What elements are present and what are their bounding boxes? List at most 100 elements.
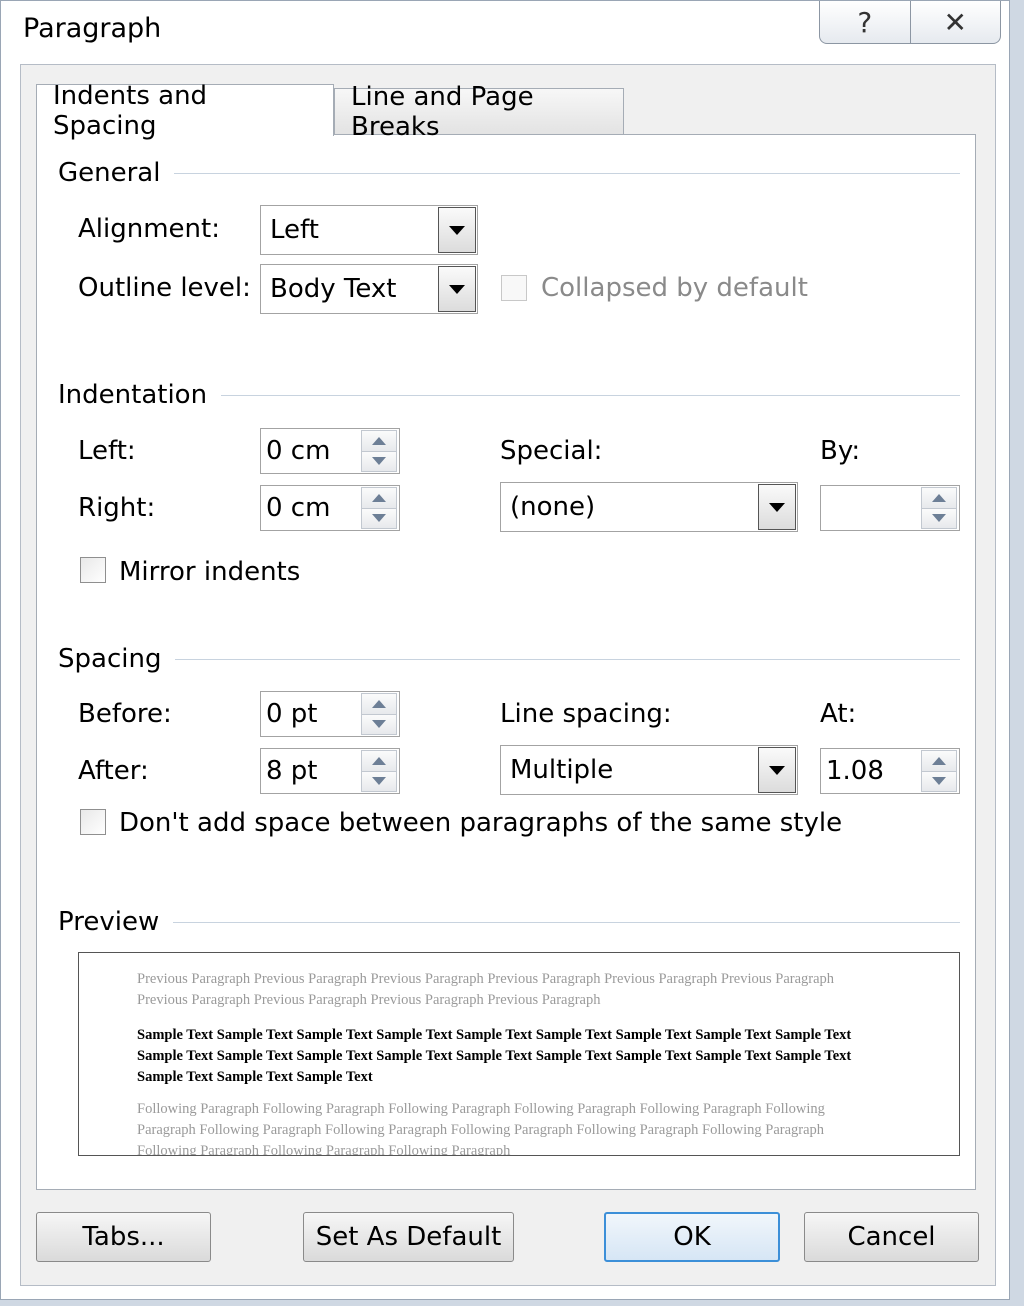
at-value: 1.08 <box>826 756 884 786</box>
dropdown-arrow-button[interactable] <box>758 484 796 530</box>
arrow-down-icon <box>372 777 386 786</box>
spin-up-button[interactable] <box>362 694 396 715</box>
help-button[interactable]: ? <box>820 1 911 43</box>
spin-up-button[interactable] <box>362 431 396 452</box>
preview-previous-paragraph: Previous Paragraph Previous Paragraph Pr… <box>137 971 835 1008</box>
dropdown-arrow-button[interactable] <box>438 266 476 312</box>
spin-buttons <box>361 750 397 792</box>
arrow-up-icon <box>932 756 946 765</box>
general-group-heading: General <box>58 158 960 188</box>
chevron-down-icon <box>449 284 465 294</box>
spacing-group-heading: Spacing <box>58 644 960 674</box>
spin-buttons <box>921 750 957 792</box>
line-spacing-select[interactable]: Multiple <box>500 745 798 795</box>
arrow-up-icon <box>372 699 386 708</box>
collapsed-by-default-label: Collapsed by default <box>541 273 808 303</box>
button-label: OK <box>673 1222 711 1252</box>
after-label: After: <box>78 756 149 786</box>
tab-label: Indents and Spacing <box>53 80 208 141</box>
cancel-button[interactable]: Cancel <box>804 1212 979 1262</box>
left-indent-value: 0 cm <box>266 436 331 466</box>
special-select[interactable]: (none) <box>500 482 798 532</box>
spin-down-button[interactable] <box>362 508 396 528</box>
outline-level-label: Outline level: <box>78 273 251 303</box>
alignment-select[interactable]: Left <box>260 205 478 255</box>
dont-add-space-checkbox[interactable] <box>80 809 106 835</box>
indentation-group-heading: Indentation <box>58 380 960 410</box>
spin-up-button[interactable] <box>922 488 956 509</box>
dialog-title: Paragraph <box>23 13 162 44</box>
line-spacing-label: Line spacing: <box>500 699 672 729</box>
arrow-up-icon <box>372 493 386 502</box>
after-value: 8 pt <box>266 756 318 786</box>
preview-box: Previous Paragraph Previous Paragraph Pr… <box>78 952 960 1156</box>
left-indent-label: Left: <box>78 436 136 466</box>
spin-down-button[interactable] <box>362 771 396 791</box>
ok-button[interactable]: OK <box>604 1212 780 1262</box>
at-label: At: <box>820 699 857 729</box>
before-value: 0 pt <box>266 699 318 729</box>
line-spacing-value: Multiple <box>510 755 614 785</box>
chevron-down-icon <box>449 225 465 235</box>
button-label: Set As Default <box>315 1222 502 1252</box>
dropdown-arrow-button[interactable] <box>438 207 476 253</box>
group-title: Spacing <box>58 644 162 674</box>
outline-level-value: Body Text <box>270 274 397 304</box>
divider <box>175 658 960 660</box>
spin-up-button[interactable] <box>362 751 396 772</box>
arrow-up-icon <box>372 436 386 445</box>
arrow-up-icon <box>932 493 946 502</box>
spin-buttons <box>921 487 957 529</box>
chevron-down-icon <box>769 502 785 512</box>
arrow-down-icon <box>372 457 386 466</box>
mirror-indents-label: Mirror indents <box>119 557 301 587</box>
tab-label: Line and Page Breaks <box>351 81 534 142</box>
dropdown-arrow-button[interactable] <box>758 747 796 793</box>
special-value: (none) <box>510 492 596 522</box>
alignment-value: Left <box>270 215 319 245</box>
alignment-label: Alignment: <box>78 214 220 244</box>
chevron-down-icon <box>769 765 785 775</box>
divider <box>174 172 960 174</box>
title-bar: Paragraph ? ✕ <box>1 1 1009 63</box>
dont-add-space-label: Don't add space between paragraphs of th… <box>119 808 843 838</box>
tabs-button[interactable]: Tabs... <box>36 1212 211 1262</box>
spin-down-button[interactable] <box>922 508 956 528</box>
left-indent-spinner[interactable]: 0 cm <box>260 428 400 474</box>
spin-buttons <box>361 487 397 529</box>
preview-sample-text: Sample Text Sample Text Sample Text Samp… <box>137 1027 852 1085</box>
spin-down-button[interactable] <box>922 771 956 791</box>
arrow-down-icon <box>372 720 386 729</box>
by-spinner[interactable] <box>820 485 960 531</box>
button-label: Cancel <box>847 1222 936 1252</box>
set-as-default-button[interactable]: Set As Default <box>303 1212 514 1262</box>
close-button[interactable]: ✕ <box>911 1 1001 43</box>
arrow-down-icon <box>932 777 946 786</box>
after-spinner[interactable]: 8 pt <box>260 748 400 794</box>
tab-line-and-page-breaks[interactable]: Line and Page Breaks <box>334 82 624 142</box>
right-indent-value: 0 cm <box>266 493 331 523</box>
spin-up-button[interactable] <box>362 488 396 509</box>
right-indent-label: Right: <box>78 493 156 523</box>
tab-indents-and-spacing[interactable]: Indents and Spacing <box>36 81 334 141</box>
group-title: Preview <box>58 907 160 937</box>
preview-group-heading: Preview <box>58 907 960 937</box>
preview-following-paragraph: Following Paragraph Following Paragraph … <box>137 1101 825 1156</box>
question-mark-icon: ? <box>857 5 873 39</box>
outline-level-select[interactable]: Body Text <box>260 264 478 314</box>
spin-down-button[interactable] <box>362 714 396 734</box>
close-x-icon: ✕ <box>943 5 967 39</box>
by-label: By: <box>820 436 861 466</box>
group-title: Indentation <box>58 380 208 410</box>
arrow-down-icon <box>932 514 946 523</box>
divider <box>173 921 960 923</box>
group-title: General <box>58 158 161 188</box>
mirror-indents-checkbox[interactable] <box>80 557 106 583</box>
at-spinner[interactable]: 1.08 <box>820 748 960 794</box>
spin-down-button[interactable] <box>362 451 396 471</box>
before-spinner[interactable]: 0 pt <box>260 691 400 737</box>
collapsed-by-default-checkbox[interactable] <box>501 275 527 301</box>
special-label: Special: <box>500 436 603 466</box>
spin-up-button[interactable] <box>922 751 956 772</box>
right-indent-spinner[interactable]: 0 cm <box>260 485 400 531</box>
